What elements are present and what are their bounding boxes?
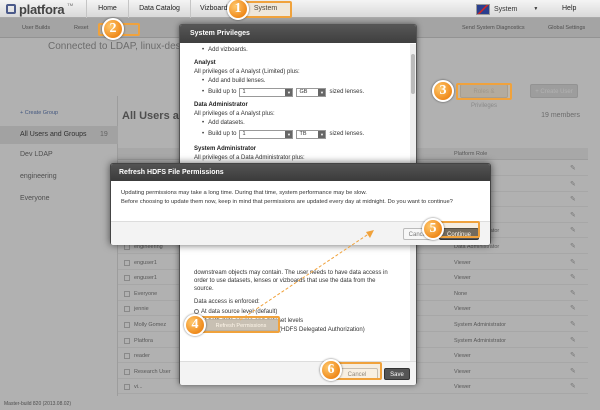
callout-badge: 6 <box>320 359 342 381</box>
callout-badge: 5 <box>422 218 444 240</box>
callout-badge: 4 <box>184 314 206 336</box>
highlight-refresh-button <box>198 316 280 333</box>
callout-arrow <box>239 230 374 321</box>
callout-badge: 2 <box>102 18 124 40</box>
callout-badge: 3 <box>432 80 454 102</box>
highlight-roles-button <box>456 83 512 100</box>
